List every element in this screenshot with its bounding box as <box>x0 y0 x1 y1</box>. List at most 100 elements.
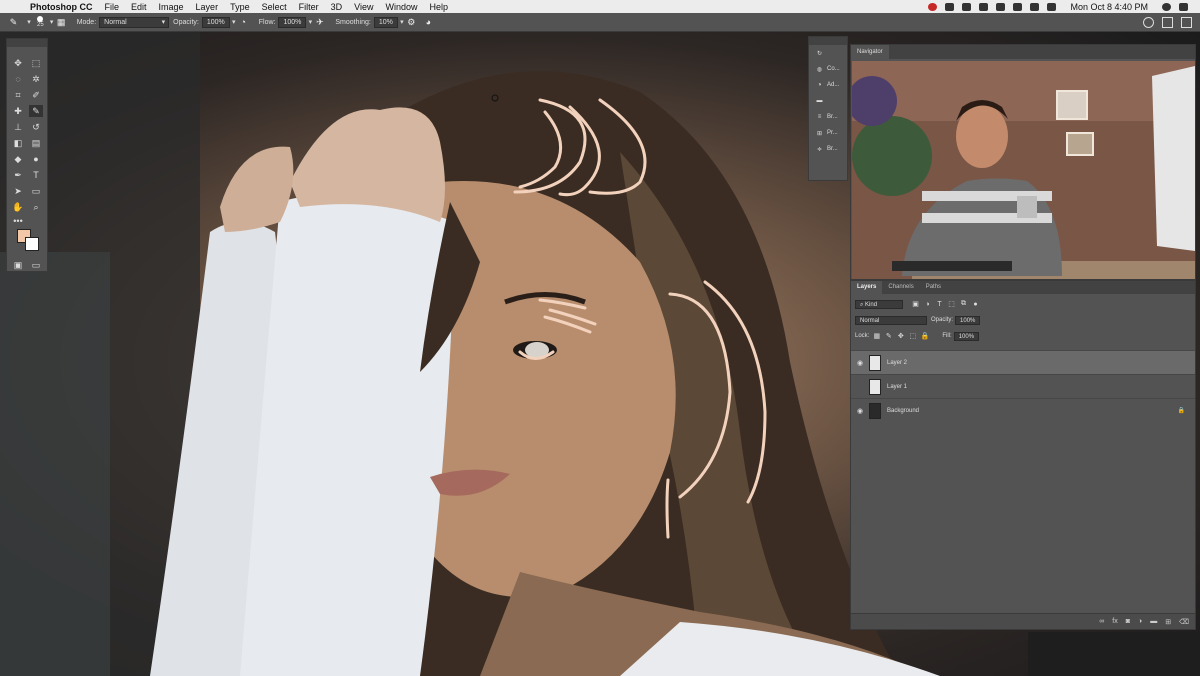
lock-position-icon[interactable]: ✥ <box>896 332 905 340</box>
new-layer-icon[interactable]: ⊞ <box>1165 618 1171 626</box>
dock-measure[interactable]: ▬ <box>809 93 847 109</box>
flow-dropdown[interactable]: ▾ <box>306 18 314 26</box>
shape-tool-icon[interactable]: ▭ <box>29 185 43 197</box>
lock-all-icon[interactable]: 🔒 <box>920 332 929 340</box>
eraser-tool-icon[interactable]: ◧ <box>11 137 25 149</box>
eyedropper-tool-icon[interactable]: ✐ <box>29 89 43 101</box>
filter-adjustment-icon[interactable]: ◑ <box>923 301 932 308</box>
link-layers-icon[interactable]: ∞ <box>1099 618 1104 625</box>
wifi-icon[interactable] <box>996 2 1006 11</box>
type-tool-icon[interactable]: T <box>29 169 43 181</box>
display-icon[interactable] <box>1013 2 1023 11</box>
menu-3d[interactable]: 3D <box>325 2 349 12</box>
search-icon[interactable] <box>1143 16 1154 28</box>
visibility-eye-icon[interactable]: ◉ <box>851 359 869 367</box>
pressure-size-icon[interactable]: ◕ <box>423 17 434 28</box>
spotlight-icon[interactable] <box>1162 2 1171 11</box>
menu-view[interactable]: View <box>348 2 379 12</box>
filter-toggle-icon[interactable]: ● <box>971 301 980 308</box>
visibility-eye-icon[interactable]: ◉ <box>851 407 869 415</box>
cloud-icon[interactable] <box>962 2 972 11</box>
brush-preset-dropdown[interactable]: ▾ <box>48 18 56 26</box>
new-group-icon[interactable]: ▬ <box>1150 618 1157 625</box>
magic-wand-tool-icon[interactable]: ✲ <box>29 73 43 85</box>
tab-layers[interactable]: Layers <box>851 281 883 294</box>
dock-presets[interactable]: ⊞ Pr... <box>809 125 847 141</box>
menu-image[interactable]: Image <box>153 2 190 12</box>
dock-adjustments[interactable]: ◑ Ad... <box>809 77 847 93</box>
airbrush-icon[interactable]: ✈ <box>314 17 325 28</box>
healing-brush-tool-icon[interactable]: ✚ <box>11 105 25 117</box>
filter-type-icon[interactable]: T <box>935 301 944 308</box>
lock-image-icon[interactable]: ✎ <box>884 332 893 340</box>
lock-artboard-icon[interactable]: ⬚ <box>908 332 917 340</box>
lock-transparent-icon[interactable]: ▦ <box>872 332 881 340</box>
screen-mode-icon[interactable]: ▭ <box>29 259 43 271</box>
menu-select[interactable]: Select <box>256 2 293 12</box>
marquee-tool-icon[interactable]: ⬚ <box>29 57 43 69</box>
mode-select[interactable]: Normal <box>99 16 170 28</box>
zoom-tool-icon[interactable]: ⌕ <box>29 201 43 213</box>
add-mask-icon[interactable]: ◙ <box>1126 618 1130 625</box>
upload-icon[interactable] <box>979 2 989 11</box>
brush-tool-icon[interactable]: ✎ <box>8 17 19 28</box>
notification-center-icon[interactable] <box>1179 2 1188 11</box>
lasso-tool-icon[interactable]: ◌ <box>11 73 25 85</box>
menu-type[interactable]: Type <box>224 2 256 12</box>
creative-cloud-icon[interactable] <box>928 2 938 11</box>
new-adjustment-layer-icon[interactable]: ◑ <box>1138 618 1142 625</box>
menu-help[interactable]: Help <box>423 2 454 12</box>
history-brush-tool-icon[interactable]: ↺ <box>29 121 43 133</box>
crop-tool-icon[interactable]: ⌗ <box>11 89 25 101</box>
dodge-tool-icon[interactable]: ● <box>29 153 43 165</box>
delete-layer-icon[interactable]: ⌫ <box>1179 618 1189 626</box>
hand-tool-icon[interactable]: ✋ <box>11 201 25 213</box>
smoothing-field[interactable]: 10% <box>373 16 398 28</box>
smoothing-dropdown[interactable]: ▾ <box>398 18 406 26</box>
tab-channels[interactable]: Channels <box>882 281 919 294</box>
tools-panel-header[interactable] <box>7 39 47 47</box>
dock-header[interactable] <box>809 37 847 45</box>
clone-stamp-tool-icon[interactable]: ⊥ <box>11 121 25 133</box>
tool-preset-dropdown[interactable]: ▾ <box>25 18 33 26</box>
tab-paths[interactable]: Paths <box>920 281 947 294</box>
brush-tool-icon[interactable]: ✎ <box>29 105 43 117</box>
menu-app-name[interactable]: Photoshop CC <box>24 2 99 12</box>
filter-pixel-icon[interactable]: ▣ <box>911 300 920 308</box>
menu-layer[interactable]: Layer <box>190 2 225 12</box>
layer-row-layer-1[interactable]: Layer 1 <box>851 374 1195 398</box>
more-tools-icon[interactable]: ••• <box>11 215 25 227</box>
dock-color[interactable]: ◍ Co... <box>809 61 847 77</box>
filter-shape-icon[interactable]: ⬚ <box>947 300 956 308</box>
battery-icon[interactable] <box>1047 2 1057 11</box>
layer-row-layer-2[interactable]: ◉ Layer 2 <box>851 350 1195 374</box>
smoothing-options-gear-icon[interactable]: ⚙ <box>406 17 417 28</box>
flow-field[interactable]: 100% <box>278 16 307 28</box>
menu-window[interactable]: Window <box>379 2 423 12</box>
move-tool-icon[interactable]: ✥ <box>11 57 25 69</box>
gradient-tool-icon[interactable]: ▤ <box>29 137 43 149</box>
pressure-opacity-icon[interactable]: ◔ <box>238 17 249 28</box>
menu-edit[interactable]: Edit <box>125 2 153 12</box>
dock-brushes[interactable]: ≡ Br... <box>809 109 847 125</box>
background-color-swatch[interactable] <box>25 237 39 251</box>
dock-history[interactable]: ↻ <box>809 45 847 61</box>
workspace-icon[interactable] <box>1162 16 1173 28</box>
share-icon[interactable] <box>1181 16 1192 28</box>
opacity-field[interactable]: 100% <box>201 16 230 28</box>
navigator-preview[interactable] <box>852 61 1195 279</box>
brush-preset-picker[interactable]: 25 <box>37 16 44 28</box>
menu-clock[interactable]: Mon Oct 8 4:40 PM <box>1060 2 1158 12</box>
dock-brush-settings[interactable]: ≑ Br... <box>809 141 847 157</box>
fill-field[interactable]: 100% <box>953 331 980 341</box>
blur-tool-icon[interactable]: ◆ <box>11 153 25 165</box>
screen-icon[interactable] <box>945 2 955 11</box>
pen-tool-icon[interactable]: ✒ <box>11 169 25 181</box>
menu-filter[interactable]: Filter <box>293 2 325 12</box>
layer-row-background[interactable]: ◉ Background 🔒 <box>851 398 1195 422</box>
filter-smart-object-icon[interactable]: ⧉ <box>959 300 968 308</box>
quick-mask-icon[interactable]: ▣ <box>11 259 25 271</box>
brush-settings-toggle-icon[interactable]: ▦ <box>56 17 67 28</box>
filter-kind-select[interactable]: ⌕ Kind <box>855 299 903 309</box>
blend-mode-select[interactable]: Normal <box>855 315 927 325</box>
